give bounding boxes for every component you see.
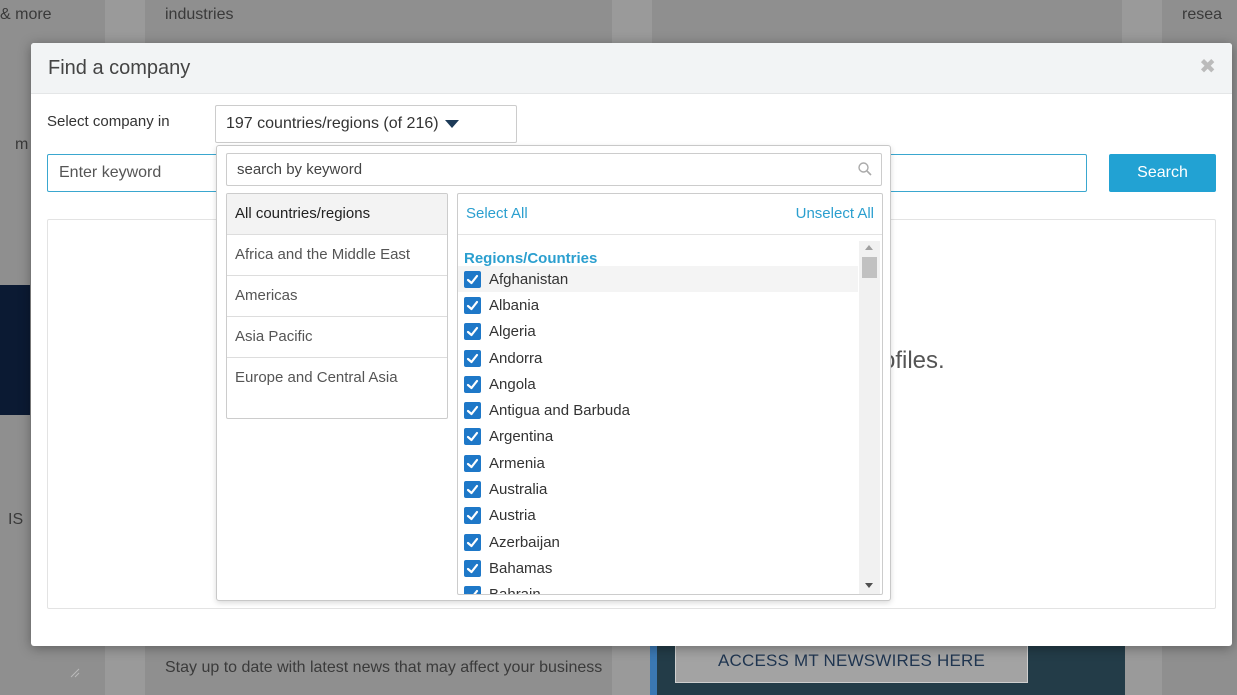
empty-results-message: ofiles.: [882, 347, 945, 374]
country-option[interactable]: Australia: [458, 476, 858, 502]
checkbox-checked-icon[interactable]: [464, 454, 481, 472]
country-label: Angola: [489, 375, 536, 393]
region-item-europe-central-asia[interactable]: Europe and Central Asia: [227, 358, 447, 398]
select-all-link[interactable]: Select All: [466, 205, 528, 222]
scroll-up-icon[interactable]: [865, 245, 873, 250]
resize-handle-icon[interactable]: [70, 668, 80, 678]
unselect-all-link[interactable]: Unselect All: [796, 205, 874, 222]
country-option[interactable]: Algeria: [458, 319, 858, 345]
region-item-all[interactable]: All countries/regions: [227, 194, 447, 235]
checkbox-checked-icon[interactable]: [464, 586, 481, 594]
country-label: Algeria: [489, 323, 536, 341]
list-heading: Regions/Countries: [464, 250, 598, 267]
region-item-asia-pacific[interactable]: Asia Pacific: [227, 317, 447, 358]
country-label: Argentina: [489, 428, 554, 446]
country-option[interactable]: Bahrain: [458, 582, 858, 594]
checkbox-checked-icon[interactable]: [464, 270, 481, 288]
checkbox-checked-icon[interactable]: [464, 349, 481, 367]
country-label: Antigua and Barbuda: [489, 402, 630, 420]
bg-newsletter-text: Stay up to date with latest news that ma…: [165, 659, 603, 676]
country-label: Austria: [489, 507, 536, 525]
close-icon[interactable]: ✖: [1199, 57, 1216, 77]
bg-text-side: IS: [8, 511, 24, 528]
checkbox-checked-icon[interactable]: [464, 507, 481, 525]
region-item-africa-middle-east[interactable]: Africa and the Middle East: [227, 235, 447, 276]
country-option[interactable]: Argentina: [458, 424, 858, 450]
panel-divider: [458, 234, 882, 235]
country-panel: Select All Unselect All Regions/Countrie…: [457, 193, 883, 595]
caret-down-icon: [444, 120, 459, 128]
country-label: Albania: [489, 296, 540, 314]
country-option[interactable]: Azerbaijan: [458, 529, 858, 555]
bg-text-research: resea: [1182, 6, 1223, 23]
checkbox-checked-icon[interactable]: [464, 533, 481, 551]
country-label: Bahamas: [489, 559, 553, 577]
country-label: Armenia: [489, 454, 545, 472]
country-option[interactable]: Albania: [458, 292, 858, 318]
select-company-label: Select company in: [47, 113, 170, 130]
scroll-thumb[interactable]: [862, 257, 877, 278]
dropdown-search-input[interactable]: [226, 153, 882, 186]
search-button[interactable]: Search: [1109, 154, 1216, 192]
country-select-value: 197 countries/regions (of 216): [226, 115, 439, 132]
bg-text-industries: industries: [165, 6, 234, 23]
country-dropdown-panel: All countries/regions Africa and the Mid…: [216, 145, 891, 601]
region-list: All countries/regions Africa and the Mid…: [226, 193, 448, 419]
checkbox-checked-icon[interactable]: [464, 296, 481, 314]
country-region-select[interactable]: 197 countries/regions (of 216): [215, 105, 517, 143]
country-label: Australia: [489, 481, 548, 499]
country-option[interactable]: Austria: [458, 503, 858, 529]
modal-header: Find a company ✖: [31, 43, 1232, 94]
country-label: Afghanistan: [489, 270, 569, 288]
country-option[interactable]: Antigua and Barbuda: [458, 397, 858, 423]
search-icon: [858, 162, 872, 176]
country-option[interactable]: Armenia: [458, 450, 858, 476]
country-rows: Afghanistan Albania Algeria Andorra Angola An…: [458, 266, 858, 594]
checkbox-checked-icon[interactable]: [464, 481, 481, 499]
checkbox-checked-icon[interactable]: [464, 428, 481, 446]
country-option[interactable]: Afghanistan: [458, 266, 858, 293]
checkbox-checked-icon[interactable]: [464, 323, 481, 341]
bg-image-panel: [0, 285, 30, 415]
country-option[interactable]: Angola: [458, 371, 858, 397]
country-list: Regions/Countries Afghanistan Albania Alge…: [458, 241, 858, 594]
country-option[interactable]: Andorra: [458, 345, 858, 371]
country-label: Azerbaijan: [489, 533, 560, 551]
scroll-down-icon[interactable]: [865, 583, 873, 588]
country-label: Bahrain: [489, 586, 541, 594]
country-list-scrollbar[interactable]: [859, 241, 880, 594]
checkbox-checked-icon[interactable]: [464, 559, 481, 577]
region-item-americas[interactable]: Americas: [227, 276, 447, 317]
checkbox-checked-icon[interactable]: [464, 375, 481, 393]
bg-text-more: & more: [0, 6, 52, 23]
modal-title: Find a company: [48, 57, 191, 79]
bg-text-side: m: [15, 136, 29, 153]
checkbox-checked-icon[interactable]: [464, 402, 481, 420]
country-label: Andorra: [489, 349, 543, 367]
country-option[interactable]: Bahamas: [458, 555, 858, 581]
